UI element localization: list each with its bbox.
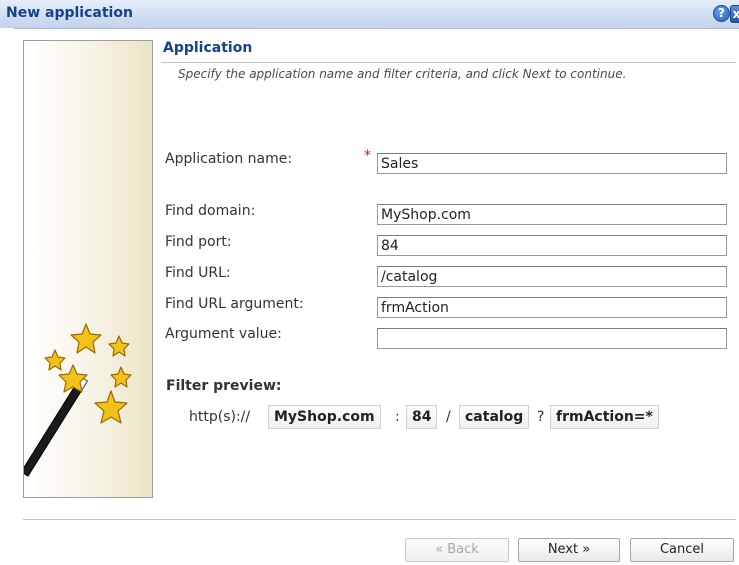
new-application-dialog: New application ? x Application Specify — [0, 0, 739, 565]
help-icon[interactable]: ? — [713, 5, 730, 22]
find-url-input[interactable] — [377, 266, 727, 287]
wizard-side-panel — [23, 40, 153, 498]
instructions-text: Specify the application name and filter … — [178, 67, 627, 81]
argument-value-label: Argument value: — [165, 326, 282, 342]
preview-query: frmAction=* — [550, 405, 659, 429]
find-url-label: Find URL: — [165, 265, 231, 281]
next-button[interactable]: Next » — [518, 538, 620, 562]
filter-preview-title: Filter preview: — [166, 378, 282, 394]
back-button[interactable]: « Back — [405, 538, 509, 562]
close-icon[interactable]: x — [730, 5, 739, 23]
window-title: New application — [6, 5, 133, 21]
preview-domain: MyShop.com — [268, 405, 381, 429]
cancel-button[interactable]: Cancel — [630, 538, 734, 562]
argument-value-input[interactable] — [377, 328, 727, 349]
find-port-input[interactable] — [377, 235, 727, 256]
header-divider — [161, 62, 736, 63]
preview-path: catalog — [459, 405, 530, 429]
preview-query-separator: ? — [537, 409, 545, 425]
title-bar[interactable]: New application ? x — [0, 0, 739, 29]
footer-divider — [23, 519, 736, 520]
section-title: Application — [163, 40, 253, 56]
preview-scheme: http(s):// — [189, 409, 251, 425]
app-name-label: Application name: — [165, 151, 293, 167]
preview-port: 84 — [406, 405, 438, 429]
find-url-argument-input[interactable] — [377, 297, 727, 318]
find-url-argument-label: Find URL argument: — [165, 296, 304, 312]
find-port-label: Find port: — [165, 234, 232, 250]
magic-wand-icon — [24, 323, 132, 477]
find-domain-label: Find domain: — [165, 203, 256, 219]
required-marker: * — [364, 148, 371, 164]
find-domain-input[interactable] — [377, 204, 727, 225]
left-margin — [0, 28, 14, 565]
preview-path-separator: / — [446, 409, 451, 425]
app-name-input[interactable] — [377, 153, 727, 174]
preview-port-separator: : — [395, 409, 400, 425]
